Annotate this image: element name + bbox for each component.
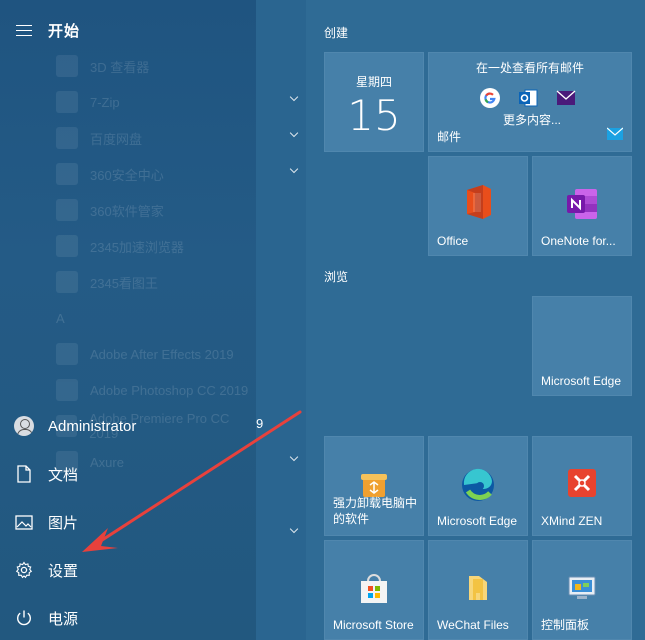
chevron-down-icon[interactable] bbox=[289, 166, 299, 176]
google-icon bbox=[479, 87, 501, 109]
app-list-item: 360安全中心 bbox=[56, 156, 256, 192]
onenote-tile[interactable]: OneNote for... bbox=[532, 156, 632, 256]
edge-tile[interactable]: Microsoft Edge bbox=[428, 436, 528, 536]
calendar-tile[interactable]: 星期四 15 bbox=[324, 52, 424, 152]
start-menu-nav-pane: 开始 3D 查看器 7-Zip 百度网盘 360安全中心 360软件管家 234… bbox=[0, 0, 256, 640]
mail-account-icons bbox=[479, 87, 577, 109]
app-list-right-column bbox=[256, 0, 306, 640]
calendar-date: 15 bbox=[347, 91, 401, 140]
truncated-app-text: 9 bbox=[256, 416, 264, 431]
control-panel-tile[interactable]: 控制面板 bbox=[532, 540, 632, 640]
documents-label: 文档 bbox=[48, 466, 79, 484]
documents-item[interactable]: 文档 bbox=[0, 450, 256, 498]
mail-tile[interactable]: 在一处查看所有邮件 更多内容... 邮件 bbox=[428, 52, 632, 152]
start-menu-title: 开始 bbox=[48, 22, 81, 40]
wechat-files-label: WeChat Files bbox=[437, 618, 509, 632]
store-tile[interactable]: Microsoft Store bbox=[324, 540, 424, 640]
app-list-item: Adobe After Effects 2019 bbox=[56, 336, 256, 372]
mail-app-icon bbox=[606, 127, 624, 145]
pictures-item[interactable]: 图片 bbox=[0, 498, 256, 546]
app-list-item: 3D 查看器 bbox=[56, 48, 256, 84]
document-icon bbox=[0, 450, 48, 498]
edge-large-tile[interactable]: Microsoft Edge bbox=[532, 296, 632, 396]
outlook-icon bbox=[517, 87, 539, 109]
user-avatar-icon bbox=[14, 416, 34, 436]
picture-icon bbox=[0, 498, 48, 546]
onenote-label: OneNote for... bbox=[541, 234, 616, 248]
wechat-files-tile[interactable]: WeChat Files bbox=[428, 540, 528, 640]
uninstall-tool-label: 强力卸载电脑中的软件 bbox=[333, 496, 417, 526]
gear-icon bbox=[0, 546, 48, 594]
uninstall-tool-tile[interactable]: 强力卸载电脑中的软件 bbox=[324, 436, 424, 536]
power-icon bbox=[0, 594, 48, 640]
app-list-item: 7-Zip bbox=[56, 84, 256, 120]
chevron-down-icon[interactable] bbox=[289, 94, 299, 104]
control-panel-label: 控制面板 bbox=[541, 618, 590, 632]
folder-icon bbox=[465, 573, 491, 608]
app-list-item: 360软件管家 bbox=[56, 192, 256, 228]
chevron-down-icon[interactable] bbox=[289, 454, 299, 464]
edge-icon bbox=[460, 467, 496, 508]
power-label: 电源 bbox=[48, 610, 79, 628]
office-tile[interactable]: Office bbox=[428, 156, 528, 256]
control-panel-icon bbox=[567, 575, 597, 606]
chevron-down-icon[interactable] bbox=[289, 526, 299, 536]
user-name-label: Administrator bbox=[48, 417, 137, 435]
app-list-item: A bbox=[56, 310, 65, 326]
app-list-item: 2345加速浏览器 bbox=[56, 228, 256, 264]
store-label: Microsoft Store bbox=[333, 618, 414, 632]
xmind-tile[interactable]: XMind ZEN bbox=[532, 436, 632, 536]
edge-label: Microsoft Edge bbox=[437, 514, 518, 528]
settings-item[interactable]: 设置 bbox=[0, 546, 256, 594]
xmind-label: XMind ZEN bbox=[541, 514, 603, 528]
store-bag-icon bbox=[358, 573, 390, 610]
mail-more-text: 更多内容... bbox=[503, 113, 562, 127]
mail-label: 邮件 bbox=[437, 130, 462, 144]
hamburger-menu-icon[interactable] bbox=[0, 10, 48, 50]
pictures-label: 图片 bbox=[48, 514, 79, 532]
app-list-item: 百度网盘 bbox=[56, 120, 256, 156]
edge-large-label: Microsoft Edge bbox=[541, 374, 622, 388]
start-menu-header: 开始 bbox=[0, 10, 256, 50]
settings-label: 设置 bbox=[48, 562, 79, 580]
xmind-icon bbox=[566, 467, 598, 504]
calendar-weekday: 星期四 bbox=[355, 75, 392, 89]
office-icon bbox=[461, 183, 495, 226]
office-label: Office bbox=[437, 234, 469, 248]
app-list-item: 2345看图王 bbox=[56, 264, 256, 300]
envelope-icon bbox=[555, 87, 577, 109]
chevron-down-icon[interactable] bbox=[289, 130, 299, 140]
user-account-item[interactable]: Administrator bbox=[0, 402, 256, 450]
power-item[interactable]: 电源 bbox=[0, 594, 256, 640]
mail-heading: 在一处查看所有邮件 bbox=[475, 61, 584, 75]
group-label-browse: 浏览 bbox=[324, 270, 349, 284]
onenote-icon bbox=[565, 187, 599, 226]
group-label-create: 创建 bbox=[324, 26, 349, 40]
